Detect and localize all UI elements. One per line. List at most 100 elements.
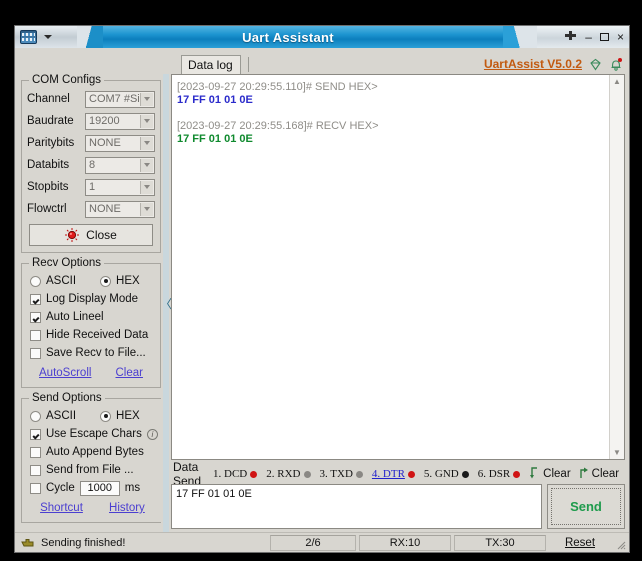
chevron-down-icon	[144, 185, 150, 189]
cycle-input[interactable]: 1000	[79, 480, 120, 496]
brand-area: UartAssist V5.0.2	[484, 57, 623, 74]
clear-send-button[interactable]: Clear	[578, 467, 619, 482]
channel-value: COM7 #Sil	[89, 93, 143, 105]
signal-txd[interactable]: 3. TXD	[320, 468, 363, 480]
send-ascii-radio[interactable]	[30, 410, 41, 422]
send-check-auto-append-bytes[interactable]: Auto Append Bytes	[27, 443, 158, 461]
scroll-down-icon[interactable]: ▼	[613, 448, 621, 457]
flowctrl-value: NONE	[89, 203, 121, 215]
chevron-down-icon	[144, 141, 150, 145]
send-mode-radios: ASCII HEX	[27, 407, 158, 425]
chevron-down-icon	[144, 119, 150, 123]
recv-hex-radio[interactable]	[100, 275, 112, 287]
label-paritybits: Paritybits	[27, 137, 75, 149]
signal-dsr[interactable]: 6. DSR	[478, 468, 521, 480]
stopbits-dropdown-button[interactable]	[140, 180, 153, 194]
tab-data-log[interactable]: Data log	[181, 55, 241, 74]
checkbox[interactable]	[30, 446, 41, 458]
checkbox[interactable]	[30, 464, 41, 476]
signal-rxd-label: 2. RXD	[266, 468, 301, 480]
clear-recv-link[interactable]: Clear	[115, 367, 142, 379]
bell-icon[interactable]	[609, 57, 623, 71]
field-flowctrl: Flowctrl NONE	[27, 199, 155, 219]
shortcut-link[interactable]: Shortcut	[40, 502, 83, 514]
resize-grip-icon[interactable]	[614, 537, 626, 549]
field-paritybits: Paritybits NONE	[27, 133, 155, 153]
flowctrl-dropdown-button[interactable]	[140, 202, 153, 216]
send-button[interactable]: Send	[547, 484, 625, 529]
recv-check-label-2: Hide Received Data	[46, 329, 149, 341]
send-hex-radio[interactable]	[100, 410, 112, 422]
label-flowctrl: Flowctrl	[27, 203, 67, 215]
signal-rxd-led-icon	[303, 470, 311, 478]
recv-check-auto-linefeed[interactable]: Auto Lineel	[27, 308, 155, 326]
recv-ascii-radio[interactable]	[30, 275, 41, 287]
chevron-down-icon[interactable]	[44, 35, 52, 39]
paritybits-dropdown-button[interactable]	[140, 136, 153, 150]
autoscroll-link[interactable]: AutoScroll	[39, 367, 91, 379]
stopbits-select[interactable]: 1	[85, 178, 155, 196]
info-icon[interactable]: i	[146, 428, 158, 440]
recv-hex-label: HEX	[116, 275, 140, 287]
checkbox[interactable]	[30, 293, 41, 305]
channel-select[interactable]: COM7 #Sil	[85, 90, 155, 108]
close-port-button[interactable]: Close	[29, 224, 153, 246]
send-button-label: Send	[570, 499, 602, 514]
checkbox[interactable]	[30, 428, 41, 440]
log-scrollbar[interactable]: ▲ ▼	[609, 75, 624, 459]
send-check-send-from-file[interactable]: Send from File ...	[27, 461, 158, 479]
brand-link[interactable]: UartAssist V5.0.2	[484, 57, 582, 71]
clear-recv-button[interactable]: Clear	[529, 466, 571, 482]
channel-dropdown-button[interactable]	[140, 92, 153, 106]
recv-check-label-1: Auto Lineel	[46, 311, 104, 323]
checkbox[interactable]	[30, 329, 41, 341]
clear-recv-label: Clear	[543, 468, 571, 480]
checkbox[interactable]	[30, 311, 41, 323]
log-entry-1-data: 17 FF 01 01 0E	[177, 133, 253, 145]
com-configs-legend: COM Configs	[32, 74, 102, 86]
baudrate-select[interactable]: 19200	[85, 112, 155, 130]
send-area: 17 FF 01 01 0E Send	[171, 484, 625, 532]
checkbox[interactable]	[30, 347, 41, 359]
maximize-button[interactable]	[599, 33, 609, 41]
recv-check-log-display-mode[interactable]: Log Display Mode	[27, 290, 155, 308]
send-options-legend: Send Options	[32, 392, 102, 404]
system-menu[interactable]	[15, 26, 77, 48]
baudrate-dropdown-button[interactable]	[140, 114, 153, 128]
clear-send-arrow-icon	[578, 467, 589, 482]
field-baudrate: Baudrate 19200	[27, 111, 155, 131]
field-stopbits: Stopbits 1	[27, 177, 155, 197]
status-bar: Sending finished! 2/6 RX:10 TX:30 Reset	[15, 532, 629, 552]
cycle-unit: ms	[124, 482, 141, 494]
signal-dcd[interactable]: 1. DCD	[213, 468, 258, 480]
recv-options-legend: Recv Options	[32, 257, 102, 269]
recv-check-save-recv-to-file[interactable]: Save Recv to File...	[27, 344, 155, 362]
cycle-checkbox[interactable]	[30, 482, 41, 494]
close-button[interactable]: ×	[617, 31, 624, 43]
port-status-led-icon	[65, 228, 80, 242]
signal-gnd-label: 5. GND	[423, 468, 459, 480]
history-link[interactable]: History	[109, 502, 145, 514]
baudrate-value: 19200	[89, 115, 120, 127]
title-bar: Uart Assistant – ×	[15, 26, 629, 48]
signal-rxd[interactable]: 2. RXD	[266, 468, 311, 480]
databits-dropdown-button[interactable]	[140, 158, 153, 172]
minimize-button[interactable]: –	[585, 31, 592, 43]
paritybits-select[interactable]: NONE	[85, 134, 155, 152]
panel-collapse-splitter[interactable]: 〈	[160, 74, 172, 532]
data-log-text[interactable]: [2023-09-27 20:29:55.110]# SEND HEX> 17 …	[172, 75, 609, 459]
signal-gnd[interactable]: 5. GND	[424, 468, 469, 480]
databits-select[interactable]: 8	[85, 156, 155, 174]
signal-dtr-label: 4. DTR	[371, 468, 405, 480]
pin-icon[interactable]	[564, 30, 577, 44]
field-channel: Channel COM7 #Sil	[27, 89, 155, 109]
header-strip: Data log UartAssist V5.0.2	[15, 48, 629, 74]
scroll-up-icon[interactable]: ▲	[613, 77, 621, 86]
status-reset-button[interactable]: Reset	[549, 535, 611, 551]
recv-check-hide-received-data[interactable]: Hide Received Data	[27, 326, 155, 344]
signal-dtr[interactable]: 4. DTR	[372, 468, 415, 480]
flowctrl-select[interactable]: NONE	[85, 200, 155, 218]
send-check-use-escape-chars[interactable]: Use Escape Chars i	[27, 425, 158, 443]
send-data-input[interactable]: 17 FF 01 01 0E	[171, 484, 542, 529]
diamond-icon[interactable]	[589, 58, 602, 71]
